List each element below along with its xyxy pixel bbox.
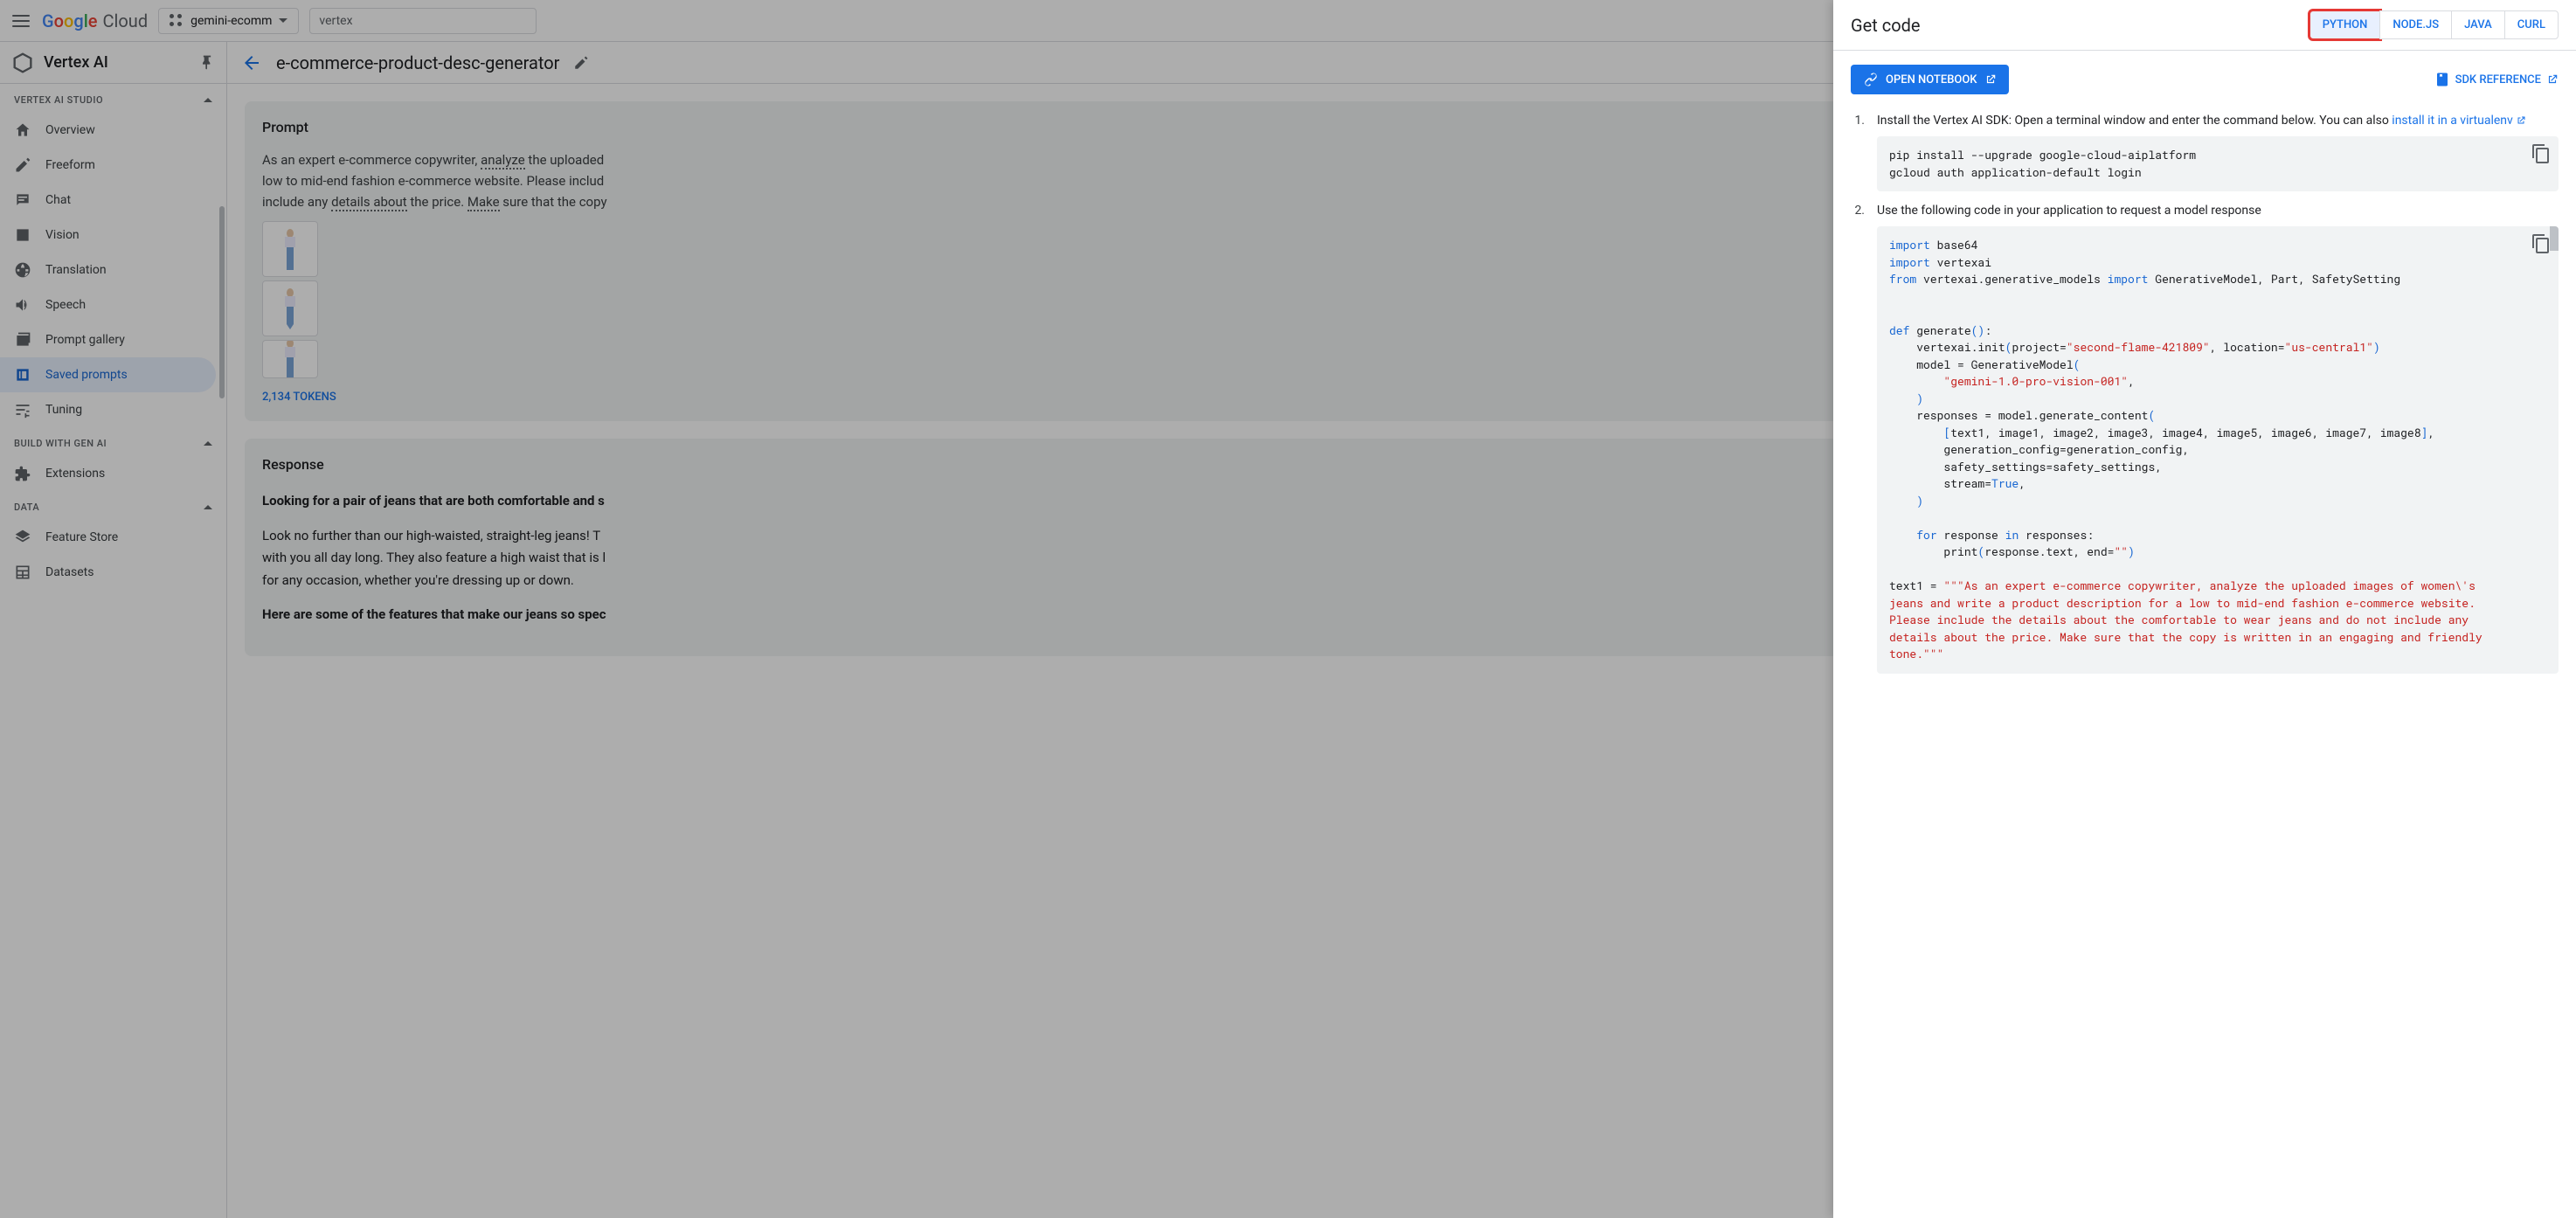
external-link-icon — [2546, 73, 2559, 86]
code-scrollbar[interactable] — [2550, 226, 2559, 251]
copy-icon[interactable] — [2531, 233, 2552, 254]
external-link-icon — [2516, 115, 2526, 126]
step-2-text: Use the following code in your applicati… — [1877, 204, 2559, 218]
link-icon — [1863, 72, 1879, 87]
step-1: 1. Install the Vertex AI SDK: Open a ter… — [1851, 114, 2559, 191]
language-tabs: PYTHON NODE.JS JAVA CURL — [2310, 10, 2559, 39]
panel-toolbar: OPEN NOTEBOOK SDK REFERENCE — [1833, 51, 2576, 101]
install-code-block: pip install --upgrade google-cloud-aipla… — [1877, 136, 2559, 191]
tab-curl[interactable]: CURL — [2504, 10, 2559, 39]
open-notebook-button[interactable]: OPEN NOTEBOOK — [1851, 65, 2009, 94]
panel-body: 1. Install the Vertex AI SDK: Open a ter… — [1833, 101, 2576, 1218]
tab-java[interactable]: JAVA — [2451, 10, 2505, 39]
panel-title: Get code — [1851, 15, 1921, 36]
tab-python[interactable]: PYTHON — [2309, 10, 2381, 39]
tab-nodejs[interactable]: NODE.JS — [2379, 10, 2452, 39]
external-link-icon — [1984, 73, 1997, 86]
copy-icon[interactable] — [2531, 143, 2552, 164]
book-icon — [2434, 72, 2450, 87]
step-2: 2. Use the following code in your applic… — [1851, 204, 2559, 674]
panel-header: Get code PYTHON NODE.JS JAVA CURL — [1833, 0, 2576, 51]
sdk-reference-link[interactable]: SDK REFERENCE — [2434, 72, 2559, 87]
step-1-text: Install the Vertex AI SDK: Open a termin… — [1877, 114, 2559, 128]
get-code-panel: Get code PYTHON NODE.JS JAVA CURL OPEN N… — [1833, 0, 2576, 1218]
python-code-block: import base64 import vertexai from verte… — [1877, 226, 2559, 674]
virtualenv-link[interactable]: install it in a virtualenv — [2392, 114, 2526, 128]
